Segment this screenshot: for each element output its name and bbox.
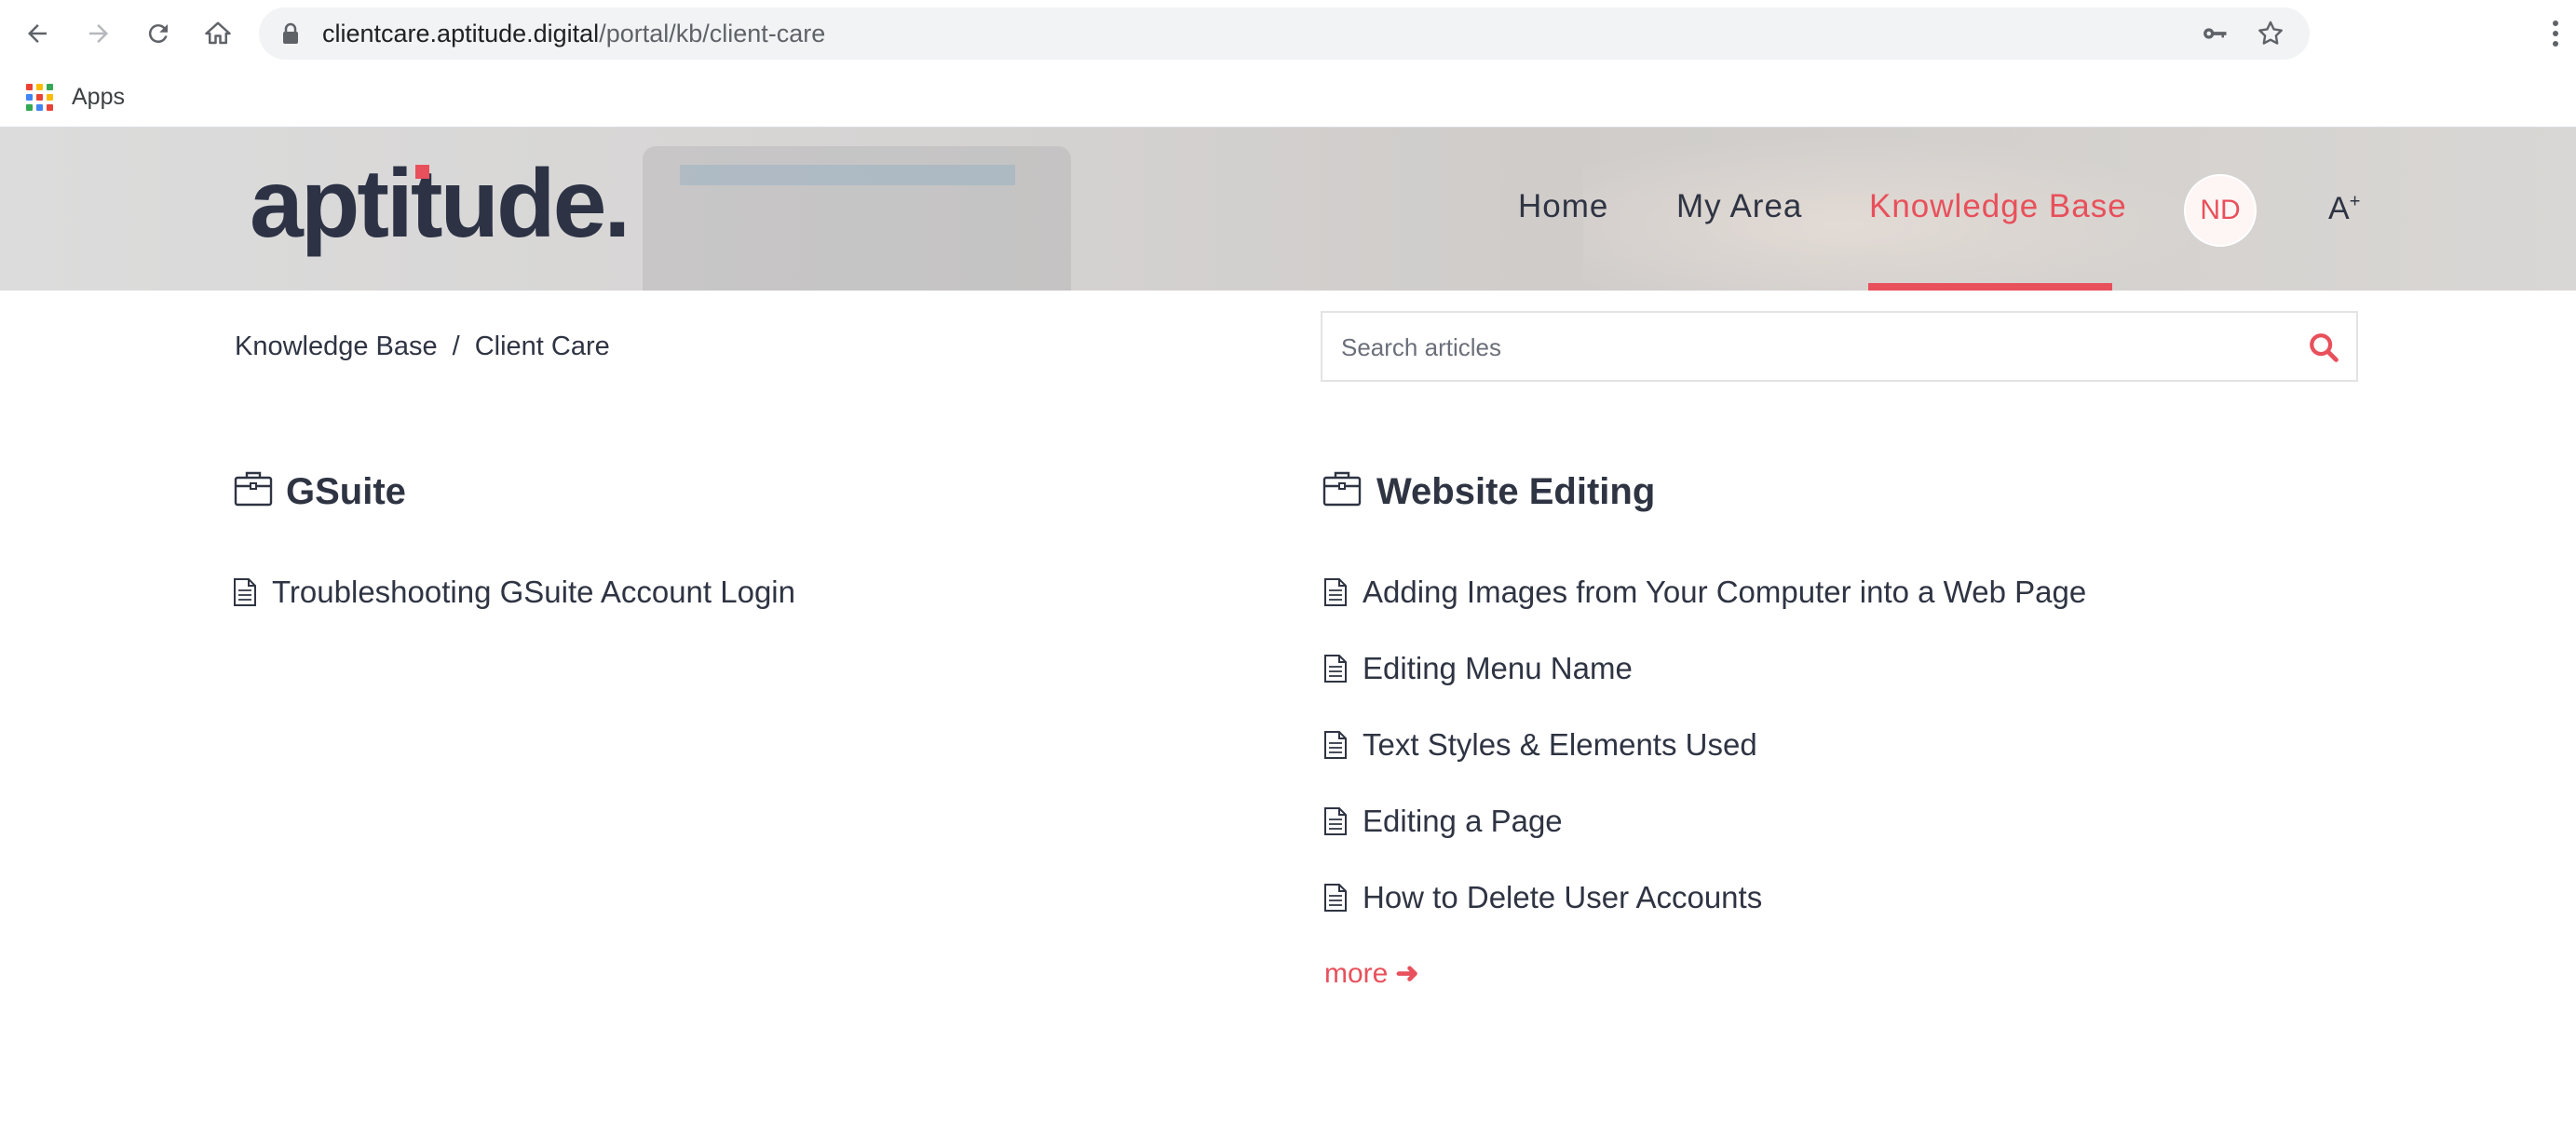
url-host: clientcare.aptitude.digital: [322, 20, 600, 47]
url-path: /portal/kb/client-care: [599, 20, 826, 47]
password-key-button[interactable]: [2196, 15, 2233, 52]
star-icon: [2258, 20, 2283, 45]
font-toggle-letter: A: [2328, 191, 2350, 226]
arrow-right-icon: ➜: [1395, 958, 1419, 989]
home-icon: [205, 21, 231, 45]
active-nav-indicator: [1868, 283, 2112, 291]
breadcrumb-client-care: Client Care: [474, 331, 610, 361]
briefcase-icon: [234, 471, 273, 507]
key-icon: [2203, 28, 2227, 39]
article-link[interactable]: Text Styles & Elements Used: [1323, 724, 1757, 765]
apps-label: Apps: [72, 83, 125, 110]
apps-grid-icon: [26, 83, 53, 111]
nav-my-area[interactable]: My Area: [1676, 128, 1802, 291]
avatar[interactable]: ND: [2184, 174, 2257, 247]
search-icon[interactable]: [2308, 331, 2339, 363]
forward-arrow-icon: [89, 24, 108, 43]
article-title: Adding Images from Your Computer into a …: [1363, 575, 2087, 609]
back-arrow-icon: [28, 24, 47, 43]
lock-icon: [283, 22, 298, 44]
site-logo[interactable]: aptitude.: [250, 156, 630, 252]
article-title: Text Styles & Elements Used: [1363, 727, 1757, 762]
document-icon: [1324, 655, 1347, 683]
breadcrumb: Knowledge Base / Client Care: [235, 331, 610, 362]
document-icon: [1324, 578, 1347, 606]
article-link[interactable]: How to Delete User Accounts: [1323, 877, 1762, 918]
reload-icon: [148, 24, 168, 44]
more-label: more: [1324, 958, 1389, 989]
article-link[interactable]: Editing a Page: [1323, 801, 1563, 842]
breadcrumb-separator: /: [452, 331, 460, 361]
font-toggle-plus: +: [2349, 191, 2361, 212]
bookmark-star-button[interactable]: [2252, 15, 2289, 52]
article-link[interactable]: Editing Menu Name: [1323, 648, 1633, 689]
nav-knowledge-base[interactable]: Knowledge Base: [1869, 128, 2127, 291]
browser-menu-button[interactable]: [2537, 13, 2574, 54]
document-icon: [1324, 731, 1347, 759]
bookmarks-bar: Apps: [0, 67, 2576, 128]
section-title-gsuite[interactable]: GSuite: [286, 471, 406, 513]
document-icon: [234, 578, 256, 606]
home-button[interactable]: [197, 13, 238, 54]
browser-toolbar: clientcare.aptitude.digital/portal/kb/cl…: [0, 0, 2576, 67]
document-icon: [1324, 807, 1347, 835]
url-text: clientcare.aptitude.digital/portal/kb/cl…: [322, 7, 825, 60]
address-bar[interactable]: clientcare.aptitude.digital/portal/kb/cl…: [259, 7, 2310, 60]
section-title-website-editing[interactable]: Website Editing: [1376, 471, 1655, 513]
article-link[interactable]: Troubleshooting GSuite Account Login: [233, 572, 795, 613]
forward-button[interactable]: [78, 13, 119, 54]
logo-accent-square: [415, 165, 429, 179]
search-input[interactable]: [1339, 313, 2274, 382]
article-title: Editing Menu Name: [1363, 651, 1633, 685]
breadcrumb-knowledge-base[interactable]: Knowledge Base: [235, 331, 438, 361]
header-background-screen: [680, 165, 1015, 185]
back-button[interactable]: [17, 13, 58, 54]
briefcase-icon: [1322, 471, 1362, 507]
nav-home[interactable]: Home: [1518, 128, 1608, 291]
font-size-toggle[interactable]: A+: [2328, 191, 2360, 227]
article-title: Editing a Page: [1363, 804, 1563, 838]
document-icon: [1324, 884, 1347, 912]
article-link[interactable]: Adding Images from Your Computer into a …: [1323, 572, 2086, 613]
kebab-menu-icon: [2553, 20, 2558, 47]
article-title: How to Delete User Accounts: [1363, 880, 1763, 914]
apps-bookmark[interactable]: Apps: [26, 78, 125, 115]
site-header: aptitude. Home My Area Knowledge Base ND…: [0, 128, 2576, 291]
article-title: Troubleshooting GSuite Account Login: [272, 575, 795, 609]
search-box: [1321, 311, 2358, 382]
reload-button[interactable]: [138, 13, 179, 54]
more-link[interactable]: more ➜: [1324, 957, 1419, 990]
